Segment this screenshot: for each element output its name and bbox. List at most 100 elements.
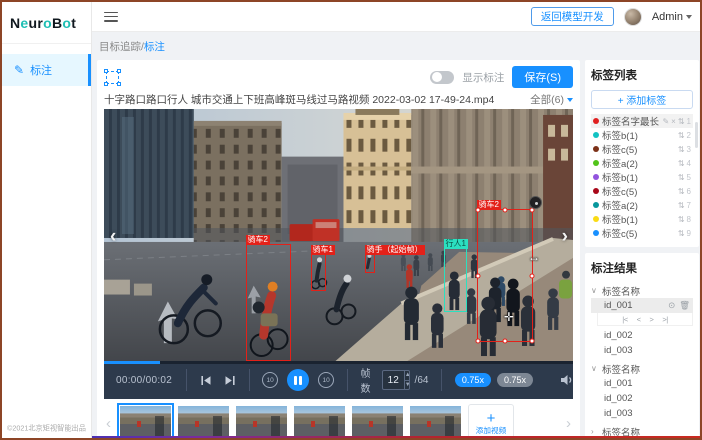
rect-select-tool-icon[interactable] — [104, 69, 121, 86]
sort-icon[interactable]: ⇅ — [678, 131, 685, 140]
prev-video-chevron[interactable]: ‹ — [110, 227, 116, 246]
progress-bar[interactable] — [104, 361, 573, 364]
resize-handle[interactable] — [476, 339, 481, 344]
resize-handle[interactable] — [476, 273, 481, 278]
menu-fold-icon[interactable] — [104, 12, 118, 22]
strip-next-chevron[interactable]: › — [564, 415, 573, 432]
result-item[interactable]: id_003 — [591, 343, 693, 358]
sidebar-item-annotate[interactable]: ✎ 标注 — [2, 54, 91, 86]
pause-button[interactable] — [287, 369, 309, 391]
label-list-item[interactable]: 标签b(1)⇅2 — [591, 128, 693, 142]
video-thumbnail[interactable] — [120, 406, 171, 440]
bounding-box[interactable]: 骑车2 — [246, 244, 291, 361]
result-group-header[interactable]: ∨标签名称 — [591, 361, 693, 376]
pager-last-button[interactable]: >| — [662, 315, 667, 324]
resize-cursor-icon: ↔ — [528, 251, 540, 263]
sort-icon[interactable]: ⇅ — [678, 145, 685, 154]
save-button[interactable]: 保存(S) — [512, 66, 573, 88]
sort-icon[interactable]: ⇅ — [678, 229, 685, 238]
label-list-item[interactable]: 标签b(1)⇅8 — [591, 212, 693, 226]
delete-icon[interactable]: × — [671, 117, 676, 126]
next-frame-icon[interactable] — [224, 375, 236, 386]
sort-icon[interactable]: ⇅ — [678, 187, 685, 196]
result-item[interactable]: id_002 — [591, 391, 693, 406]
resize-handle[interactable] — [530, 273, 535, 278]
speed-pill[interactable]: 0.75x — [497, 373, 533, 387]
video-canvas[interactable]: ‹ › 骑车2骑车1骑手（起始帧）行人1骑车2✛↔ — [104, 109, 573, 361]
label-list-item[interactable]: 标签a(2)⇅4 — [591, 156, 693, 170]
label-list-item[interactable]: 标签b(1)⇅5 — [591, 170, 693, 184]
frame-pager: |< < > >| — [597, 313, 693, 326]
chevron-expanded-icon: ∨ — [591, 286, 598, 295]
result-item[interactable]: id_001 ⊙ 🗑 — [591, 298, 693, 313]
frame-input[interactable] — [383, 371, 404, 389]
add-label-button[interactable]: + 添加标签 — [591, 90, 693, 109]
sort-icon[interactable]: ⇅ — [678, 215, 685, 224]
sort-icon[interactable]: ⇅ — [678, 173, 685, 182]
step-down-icon[interactable]: ▼ — [405, 380, 410, 390]
locate-icon[interactable]: ⊙ — [668, 300, 675, 311]
back-to-model-dev-button[interactable]: 返回模型开发 — [531, 7, 614, 26]
scrollbar-thumb[interactable] — [695, 122, 698, 148]
result-group-header[interactable]: ∨标签名称 — [591, 283, 693, 298]
result-item[interactable]: id_002 — [591, 328, 693, 343]
bounding-box[interactable]: 骑车1 — [311, 254, 326, 291]
breadcrumb: 目标追踪/标注 — [97, 37, 695, 60]
box-action-button[interactable] — [529, 196, 542, 209]
edit-icon[interactable]: ✎ — [662, 117, 669, 126]
resize-handle[interactable] — [503, 339, 508, 344]
add-video-button[interactable]: + 添加视频 — [468, 404, 514, 440]
volume-icon[interactable] — [560, 374, 573, 386]
video-thumbnail[interactable] — [410, 406, 461, 440]
result-group-header[interactable]: ›标签名称 — [591, 424, 693, 439]
video-thumbnail[interactable] — [352, 406, 403, 440]
speed-pill[interactable]: 0.75x — [455, 373, 491, 387]
video-thumbnail[interactable] — [236, 406, 287, 440]
label-list-item[interactable]: 标签c(5)⇅9 — [591, 226, 693, 240]
video-thumbnail[interactable] — [294, 406, 345, 440]
step-up-icon[interactable]: ▲ — [405, 371, 410, 380]
next-video-chevron[interactable]: › — [562, 227, 568, 246]
label-color-dot — [593, 202, 599, 208]
frame-stepper[interactable]: ▲▼ — [382, 370, 410, 390]
sort-icon[interactable]: ⇅ — [678, 117, 685, 126]
shortcut-number: 7 — [687, 201, 691, 210]
label-list-item[interactable]: 标签a(2)⇅7 — [591, 198, 693, 212]
resize-handle[interactable] — [503, 208, 508, 213]
label-list-item[interactable]: 标签名字最长数...✎×⇅1 — [591, 114, 693, 128]
label-name: 标签c(5) — [602, 184, 675, 198]
video-controls-bar: 00:00/00:02 10 10 — [104, 361, 573, 399]
filter-dropdown[interactable]: 全部(6) — [530, 92, 573, 107]
chevron-down-icon — [686, 15, 692, 19]
bounding-box[interactable]: 骑手（起始帧） — [365, 254, 375, 273]
trash-icon[interactable]: 🗑 — [679, 300, 690, 311]
sort-icon[interactable]: ⇅ — [678, 201, 685, 210]
label-name: 标签c(5) — [602, 142, 675, 156]
label-color-dot — [593, 174, 599, 180]
bounding-box-label: 骑车1 — [311, 245, 335, 255]
user-menu[interactable]: Admin — [652, 11, 692, 23]
breadcrumb-parent[interactable]: 目标追踪 — [99, 41, 141, 53]
pager-first-button[interactable]: |< — [622, 315, 627, 324]
result-item[interactable]: id_003 — [591, 406, 693, 421]
shortcut-number: 9 — [687, 229, 691, 238]
rewind-10-icon[interactable]: 10 — [262, 372, 278, 388]
prev-frame-icon[interactable] — [200, 375, 212, 386]
sort-icon[interactable]: ⇅ — [678, 159, 685, 168]
label-name: 标签b(1) — [602, 128, 675, 142]
bounding-box[interactable]: 行人1 — [444, 248, 467, 312]
strip-prev-chevron[interactable]: ‹ — [104, 415, 113, 432]
pager-prev-button[interactable]: < — [637, 315, 641, 324]
label-list-item[interactable]: 标签c(5)⇅3 — [591, 142, 693, 156]
result-item-id: id_001 — [604, 300, 633, 311]
user-avatar[interactable] — [624, 8, 642, 26]
video-thumbnail[interactable] — [178, 406, 229, 440]
resize-handle[interactable] — [530, 339, 535, 344]
resize-handle[interactable] — [476, 208, 481, 213]
show-annotation-toggle[interactable] — [430, 71, 454, 84]
result-item[interactable]: id_001 — [591, 376, 693, 391]
pager-next-button[interactable]: > — [650, 315, 654, 324]
forward-10-icon[interactable]: 10 — [318, 372, 334, 388]
shortcut-number: 6 — [687, 187, 691, 196]
label-list-item[interactable]: 标签c(5)⇅6 — [591, 184, 693, 198]
